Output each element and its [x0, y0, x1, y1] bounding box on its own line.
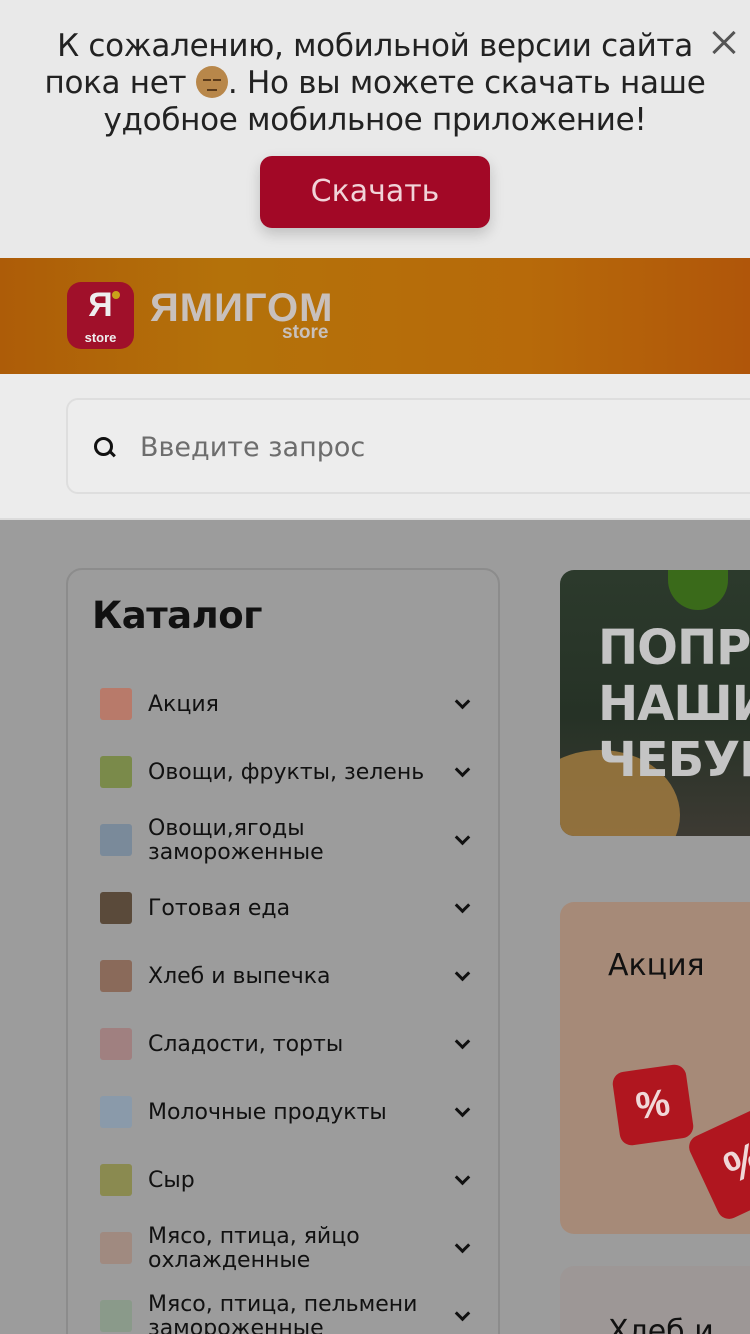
logo-letter: Я	[88, 286, 113, 324]
catalog-item-chilled-meat[interactable]: Мясо, птица, яйцо охлажденные	[92, 1218, 482, 1278]
chevron-down-icon[interactable]	[454, 900, 470, 916]
chevron-down-icon[interactable]	[454, 968, 470, 984]
percent-die-icon: %	[685, 1103, 750, 1223]
catalog-item-bread[interactable]: Хлеб и выпечка	[92, 946, 482, 1006]
pensive-face-icon	[195, 66, 228, 98]
catalog-item-cheese[interactable]: Сыр	[92, 1150, 482, 1210]
brand-subtitle: store	[282, 322, 329, 343]
promo-text: ПОПРОБ НАШИ ЧЕБУРЕ	[598, 620, 750, 788]
logo-badge[interactable]: Я store	[67, 282, 134, 349]
chevron-down-icon[interactable]	[454, 1240, 470, 1256]
catalog-item-label: Овощи,ягоды замороженные	[148, 816, 324, 865]
catalog-item-label: Готовая еда	[148, 896, 291, 921]
chevron-down-icon[interactable]	[454, 696, 470, 712]
dairy-thumbnail	[100, 1096, 132, 1128]
chevron-down-icon[interactable]	[454, 1308, 470, 1324]
chevron-down-icon[interactable]	[454, 764, 470, 780]
catalog-title: Каталог	[92, 594, 262, 637]
catalog-panel: Каталог Акция Овощи, фрукты, зелень Овощ…	[66, 568, 500, 1334]
promo-banner-card[interactable]: ПОПРОБ НАШИ ЧЕБУРЕ	[560, 570, 750, 836]
catalog-item-label: Сладости, торты	[148, 1032, 344, 1057]
search-box[interactable]	[66, 398, 750, 494]
chevron-down-icon[interactable]	[454, 832, 470, 848]
app-download-banner: К сожалению, мобильной версии сайта пока…	[0, 0, 750, 258]
bread-card-title: Хлеб и	[608, 1314, 714, 1334]
category-card-bread[interactable]: Хлеб и	[560, 1266, 750, 1334]
cheese-thumbnail	[100, 1164, 132, 1196]
search-area	[0, 374, 750, 520]
site-header: Я store ЯМИГОМ store	[0, 258, 750, 374]
bread-thumbnail	[100, 960, 132, 992]
catalog-item-ready-food[interactable]: Готовая еда	[92, 878, 482, 938]
close-banner-icon[interactable]	[706, 24, 742, 60]
chilled-meat-thumbnail	[100, 1232, 132, 1264]
search-icon	[94, 437, 114, 457]
category-card-sale[interactable]: Акция % %	[560, 902, 750, 1234]
frozen-vegetables-thumbnail	[100, 824, 132, 856]
chevron-down-icon[interactable]	[454, 1036, 470, 1052]
vegetables-thumbnail	[100, 756, 132, 788]
catalog-item-label: Мясо, птица, пельмени замороженные	[148, 1292, 418, 1334]
catalog-item-label: Овощи, фрукты, зелень	[148, 760, 425, 785]
logo-store-text: store	[84, 330, 117, 345]
search-input[interactable]	[140, 426, 740, 468]
frozen-meat-thumbnail	[100, 1300, 132, 1332]
main-content: Каталог Акция Овощи, фрукты, зелень Овощ…	[0, 520, 750, 1334]
percent-die-icon: %	[611, 1063, 695, 1147]
sale-card-title: Акция	[608, 948, 705, 983]
logo-dot	[112, 291, 120, 299]
sweets-thumbnail	[100, 1028, 132, 1060]
catalog-item-sale[interactable]: Акция	[92, 674, 482, 734]
parsley-leaf-image	[668, 570, 728, 610]
catalog-item-label: Хлеб и выпечка	[148, 964, 331, 989]
catalog-item-label: Молочные продукты	[148, 1100, 387, 1125]
catalog-item-vegetables[interactable]: Овощи, фрукты, зелень	[92, 742, 482, 802]
catalog-item-label: Мясо, птица, яйцо охлажденные	[148, 1224, 360, 1273]
catalog-item-sweets[interactable]: Сладости, торты	[92, 1014, 482, 1074]
chevron-down-icon[interactable]	[454, 1172, 470, 1188]
catalog-item-label: Акция	[148, 692, 219, 717]
banner-message: К сожалению, мобильной версии сайта пока…	[20, 28, 730, 139]
catalog-item-frozen-vegetables[interactable]: Овощи,ягоды замороженные	[92, 810, 482, 870]
sale-thumbnail	[100, 688, 132, 720]
catalog-item-frozen-meat[interactable]: Мясо, птица, пельмени замороженные	[92, 1286, 482, 1334]
download-app-button[interactable]: Скачать	[260, 156, 490, 228]
catalog-item-label: Сыр	[148, 1168, 195, 1193]
ready-food-thumbnail	[100, 892, 132, 924]
chevron-down-icon[interactable]	[454, 1104, 470, 1120]
catalog-item-dairy[interactable]: Молочные продукты	[92, 1082, 482, 1142]
